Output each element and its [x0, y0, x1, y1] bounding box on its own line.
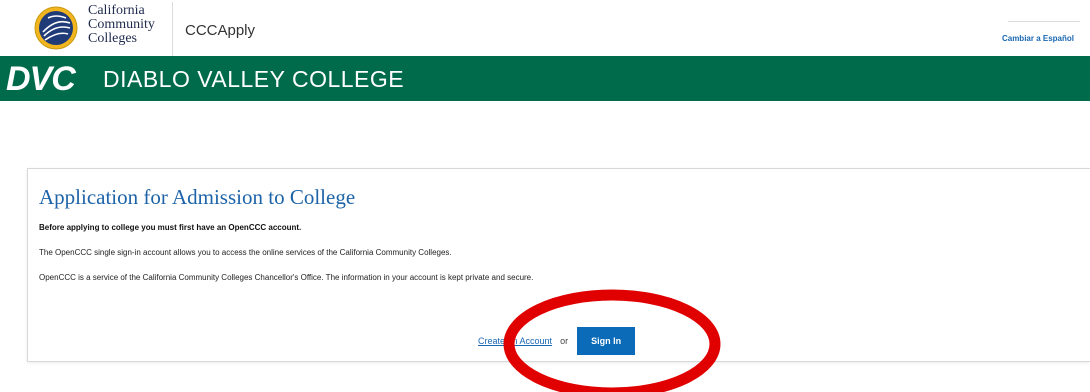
language-divider [1008, 21, 1080, 22]
page-title: Application for Admission to College [39, 185, 356, 209]
college-name: DIABLO VALLEY COLLEGE [103, 66, 405, 92]
or-separator: or [560, 336, 569, 346]
org-name: California Community Colleges [88, 4, 155, 46]
sign-in-button[interactable]: Sign In [577, 327, 636, 355]
card-paragraph-2: OpenCCC is a service of the California C… [39, 273, 534, 282]
org-name-line-1: California [88, 3, 145, 18]
top-header: California Community Colleges CCCApply C… [0, 0, 1090, 56]
california-community-colleges-logo-icon[interactable] [34, 6, 78, 50]
college-logo-text[interactable]: DVC [6, 62, 76, 96]
application-card: Application for Admission to College Bef… [27, 168, 1090, 362]
college-banner: DVC DIABLO VALLEY COLLEGE [0, 56, 1090, 101]
card-paragraph-1: The OpenCCC single sign-in account allow… [39, 248, 452, 257]
app-name: CCCApply [185, 22, 256, 39]
language-switch-link[interactable]: Cambiar a Español [1002, 34, 1074, 43]
header-divider [172, 2, 173, 56]
account-actions: Create an Account or Sign In [478, 327, 636, 355]
org-name-line-3: Colleges [88, 31, 137, 46]
create-account-link[interactable]: Create an Account [478, 336, 552, 346]
org-name-line-2: Community [88, 17, 155, 32]
card-lead-text: Before applying to college you must firs… [39, 223, 302, 232]
